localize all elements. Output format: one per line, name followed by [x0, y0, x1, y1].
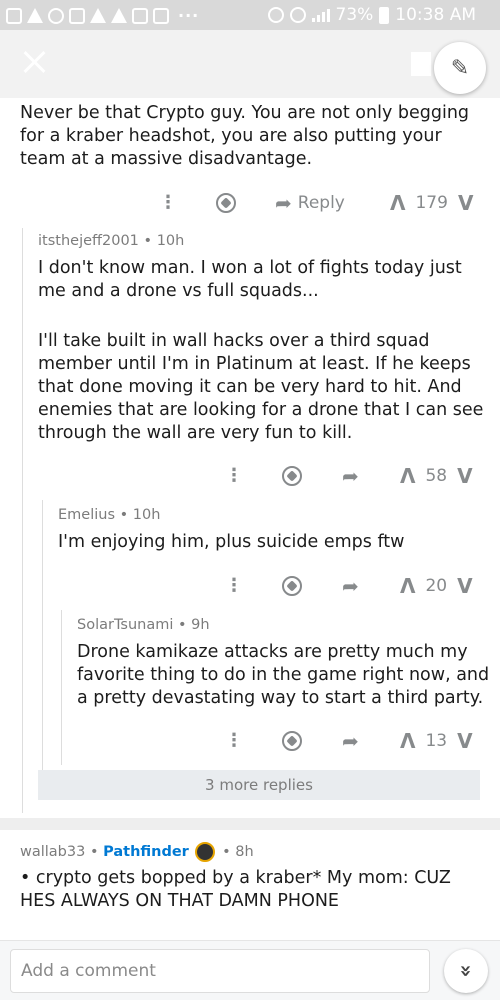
author[interactable]: Emelius — [58, 507, 115, 523]
reply-icon: ➦ — [342, 729, 359, 753]
reply-label: Reply — [297, 193, 345, 213]
author[interactable]: wallab33 — [20, 844, 85, 860]
bottom-bar: » — [0, 940, 500, 1000]
battery-percent: 73% — [335, 5, 374, 25]
jump-to-next-button[interactable]: » — [444, 949, 488, 993]
comment-text: I'm enjoying him, plus suicide emps ftw — [58, 532, 405, 552]
comment-meta: SolarTsunami • 9h — [77, 617, 210, 633]
close-icon[interactable] — [20, 48, 48, 76]
downvote-icon[interactable]: V — [458, 193, 473, 213]
bullet: • — [89, 844, 99, 860]
chat-icon — [153, 7, 169, 24]
comment-text: I don't know man. I won a lot of fights … — [38, 258, 462, 301]
app-bar: ✎ — [0, 30, 500, 98]
wifi-icon — [289, 7, 306, 23]
comment-age: 9h — [191, 617, 210, 633]
upvote-icon[interactable]: Λ — [390, 193, 405, 213]
comment-age: 10h — [156, 233, 185, 249]
system-icons: 73% 10:38 AM — [267, 5, 476, 25]
comment-text: • crypto gets bopped by a kraber* My mom… — [20, 868, 451, 911]
more-options-icon[interactable]: ⋮ — [224, 732, 244, 750]
mail-icon — [132, 7, 148, 24]
user-flair: Pathfinder — [103, 844, 189, 860]
comment-text: I'll take built in wall hacks over a thi… — [38, 331, 484, 443]
downvote-icon[interactable]: V — [457, 466, 472, 486]
add-comment-input[interactable] — [10, 949, 430, 993]
reply-button[interactable]: ➦ — [342, 574, 359, 598]
award-icon[interactable] — [282, 731, 302, 751]
comment-text: Drone kamikaze attacks are pretty much m… — [77, 642, 490, 708]
pinterest-icon — [48, 7, 64, 24]
signal-icon — [311, 8, 330, 22]
award-icon[interactable] — [282, 576, 302, 596]
comment-age: 8h — [235, 844, 254, 860]
reply-button[interactable]: ➦ — [342, 729, 359, 753]
comment-meta: wallab33 • Pathfinder • 8h — [20, 842, 254, 862]
comment-text: Never be that Crypto guy. You are not on… — [20, 103, 470, 169]
compose-icon: ✎ — [450, 55, 470, 81]
award-icon[interactable] — [282, 466, 302, 486]
warning-icon — [90, 8, 106, 23]
downvote-icon[interactable]: V — [457, 576, 472, 596]
more-notifications-icon: ··· — [178, 6, 200, 25]
author[interactable]: SolarTsunami — [77, 617, 173, 633]
comment-actions: ⋮ ➦ Λ 13 V — [0, 727, 500, 755]
compose-button[interactable]: ✎ — [434, 42, 486, 94]
score: 20 — [425, 576, 448, 596]
score: 58 — [425, 466, 448, 486]
divider — [0, 818, 500, 830]
more-options-icon[interactable]: ⋮ — [224, 577, 244, 595]
upvote-icon[interactable]: Λ — [400, 731, 415, 751]
chevron-down-icon: » — [453, 964, 478, 978]
bullet: • — [178, 617, 187, 633]
comment-actions: ⋮ ➦ Reply Λ 179 V — [0, 189, 500, 217]
more-options-icon[interactable]: ⋮ — [158, 194, 178, 212]
more-replies-button[interactable]: 3 more replies — [38, 770, 480, 800]
upvote-icon[interactable]: Λ — [400, 576, 415, 596]
battery-icon — [379, 6, 390, 24]
reply-icon: ➦ — [342, 464, 359, 488]
vote-controls: Λ 20 V — [400, 576, 473, 596]
bullet: • — [119, 507, 129, 523]
reply-button[interactable]: ➦ Reply — [275, 191, 345, 215]
vote-controls: Λ 179 V — [390, 193, 473, 213]
comment-age: 10h — [132, 507, 161, 523]
notification-icons: ··· — [6, 6, 199, 25]
comment-meta: itsthejeff2001 • 10h — [38, 233, 184, 249]
warning-icon — [111, 8, 127, 23]
vote-controls: Λ 58 V — [400, 466, 473, 486]
downvote-icon[interactable]: V — [457, 731, 472, 751]
comment-meta: Emelius • 10h — [58, 507, 160, 523]
author[interactable]: itsthejeff2001 — [38, 233, 139, 249]
award-icon[interactable] — [216, 193, 236, 213]
camera-icon — [69, 7, 85, 24]
score: 179 — [415, 193, 448, 213]
upvote-icon[interactable]: Λ — [400, 466, 415, 486]
reply-button[interactable]: ➦ — [342, 464, 359, 488]
reply-icon: ➦ — [342, 574, 359, 598]
clock: 10:38 AM — [395, 5, 476, 25]
more-options-icon[interactable]: ⋮ — [224, 467, 244, 485]
notification-icon — [6, 7, 22, 24]
score: 13 — [425, 731, 448, 751]
bookmark-icon[interactable] — [411, 52, 431, 76]
thread-line — [22, 228, 23, 813]
alarm-icon — [267, 7, 284, 23]
pathfinder-flair-icon — [195, 842, 216, 862]
send-icon — [27, 8, 43, 23]
comment-actions: ⋮ ➦ Λ 58 V — [0, 462, 500, 490]
bullet: • — [222, 844, 231, 860]
reply-icon: ➦ — [275, 191, 292, 215]
bullet: • — [143, 233, 153, 249]
vote-controls: Λ 13 V — [400, 731, 473, 751]
status-bar: ··· 73% 10:38 AM — [0, 0, 500, 30]
comment-actions: ⋮ ➦ Λ 20 V — [0, 572, 500, 600]
